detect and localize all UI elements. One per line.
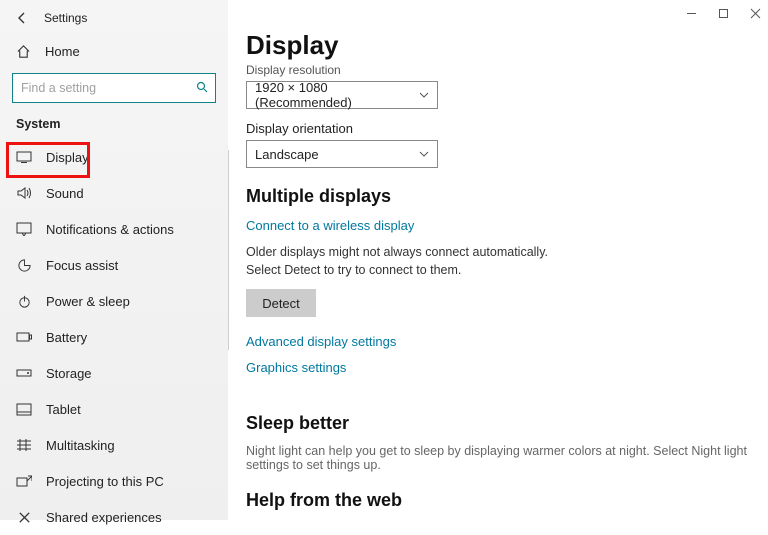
page-title: Display bbox=[246, 30, 756, 61]
nav-item-label: Storage bbox=[46, 366, 92, 381]
nav-item-label: Sound bbox=[46, 186, 84, 201]
multiple-displays-heading: Multiple displays bbox=[246, 186, 756, 207]
orientation-label: Display orientation bbox=[246, 121, 756, 136]
help-heading: Help from the web bbox=[246, 490, 756, 511]
nav-sound[interactable]: Sound bbox=[0, 175, 228, 211]
nav-projecting[interactable]: Projecting to this PC bbox=[0, 463, 228, 499]
battery-icon bbox=[16, 329, 32, 345]
category-label: System bbox=[0, 117, 228, 139]
detect-button[interactable]: Detect bbox=[246, 289, 316, 317]
notifications-icon bbox=[16, 221, 32, 237]
storage-icon bbox=[16, 365, 32, 381]
home-button[interactable]: Home bbox=[0, 36, 228, 67]
focus-icon bbox=[16, 257, 32, 273]
wireless-display-link[interactable]: Connect to a wireless display bbox=[246, 218, 414, 233]
maximize-button[interactable] bbox=[716, 6, 730, 20]
nav: Display Sound Notifications & actions Fo… bbox=[0, 139, 228, 535]
power-icon bbox=[16, 293, 32, 309]
detect-helper: Older displays might not always connect … bbox=[246, 243, 566, 279]
resolution-label: Display resolution bbox=[246, 63, 756, 77]
chevron-down-icon bbox=[419, 151, 429, 157]
orientation-dropdown[interactable]: Landscape bbox=[246, 140, 438, 168]
nav-item-label: Multitasking bbox=[46, 438, 115, 453]
sidebar: Settings Home System Display Sound Notif… bbox=[0, 0, 228, 520]
content: Display Display resolution 1920 × 1080 (… bbox=[228, 0, 768, 520]
display-icon bbox=[16, 149, 32, 165]
tablet-icon bbox=[16, 401, 32, 417]
nav-item-label: Focus assist bbox=[46, 258, 118, 273]
search-input[interactable] bbox=[12, 73, 216, 103]
window-controls bbox=[684, 6, 762, 20]
search-wrap bbox=[12, 73, 216, 103]
minimize-button[interactable] bbox=[684, 6, 698, 20]
nav-item-label: Notifications & actions bbox=[46, 222, 174, 237]
multitasking-icon bbox=[16, 437, 32, 453]
back-button[interactable] bbox=[14, 10, 30, 26]
nav-item-label: Power & sleep bbox=[46, 294, 130, 309]
resolution-value: 1920 × 1080 (Recommended) bbox=[255, 80, 419, 110]
nav-tablet[interactable]: Tablet bbox=[0, 391, 228, 427]
sleep-better-heading: Sleep better bbox=[246, 413, 756, 434]
nav-focus[interactable]: Focus assist bbox=[0, 247, 228, 283]
home-label: Home bbox=[45, 44, 80, 59]
nav-item-label: Projecting to this PC bbox=[46, 474, 164, 489]
main: Display Display resolution 1920 × 1080 (… bbox=[228, 0, 768, 520]
projecting-icon bbox=[16, 473, 32, 489]
nav-display[interactable]: Display bbox=[0, 139, 228, 175]
nav-item-label: Display bbox=[46, 150, 89, 165]
nav-battery[interactable]: Battery bbox=[0, 319, 228, 355]
nav-notifications[interactable]: Notifications & actions bbox=[0, 211, 228, 247]
close-button[interactable] bbox=[748, 6, 762, 20]
nav-multitasking[interactable]: Multitasking bbox=[0, 427, 228, 463]
app-title: Settings bbox=[44, 11, 87, 25]
nav-power[interactable]: Power & sleep bbox=[0, 283, 228, 319]
shared-icon bbox=[16, 509, 32, 525]
divider bbox=[228, 150, 229, 350]
resolution-dropdown[interactable]: 1920 × 1080 (Recommended) bbox=[246, 81, 438, 109]
nav-item-label: Battery bbox=[46, 330, 87, 345]
advanced-display-link[interactable]: Advanced display settings bbox=[246, 334, 396, 349]
nav-storage[interactable]: Storage bbox=[0, 355, 228, 391]
sleep-better-sub: Night light can help you get to sleep by… bbox=[246, 444, 756, 472]
nav-shared[interactable]: Shared experiences bbox=[0, 499, 228, 535]
sound-icon bbox=[16, 185, 32, 201]
orientation-value: Landscape bbox=[255, 147, 319, 162]
nav-item-label: Shared experiences bbox=[46, 510, 162, 525]
topbar: Settings bbox=[0, 10, 228, 36]
search-icon bbox=[196, 81, 208, 93]
nav-item-label: Tablet bbox=[46, 402, 81, 417]
chevron-down-icon bbox=[419, 92, 429, 98]
graphics-settings-link[interactable]: Graphics settings bbox=[246, 360, 346, 375]
home-icon bbox=[16, 44, 31, 59]
